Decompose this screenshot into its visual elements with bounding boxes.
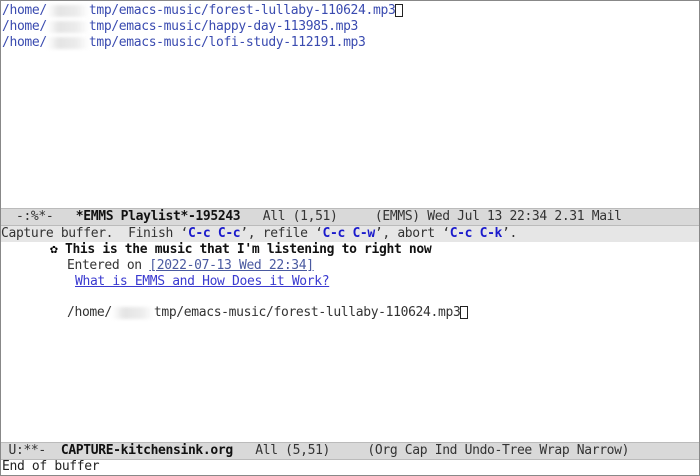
minibuffer[interactable]: End of buffer: [2, 459, 100, 475]
header-text: , refile: [247, 226, 316, 241]
emms-article-link[interactable]: What is EMMS and How Does it Work?: [75, 274, 330, 289]
redacted-username: [46, 20, 89, 33]
playlist-track[interactable]: /home/tmp/emacs-music/happy-day-113985.m…: [2, 19, 358, 35]
modeline-buffer-name: *EMMS Playlist*-195243: [75, 209, 241, 224]
modeline-position: All (5,51): [255, 443, 331, 458]
track-prefix: /home/: [2, 3, 47, 18]
heading-text: This is the music that I'm listening to …: [64, 242, 432, 257]
refile-key: C-c C-w: [322, 226, 376, 241]
mode-line-bottom[interactable]: U:**- CAPTURE-kitchensink.org All (5,51)…: [1, 442, 699, 460]
header-text: , abort: [382, 226, 443, 241]
track-path: tmp/emacs-music/lofi-study-112191.mp3: [88, 35, 366, 50]
track-path: tmp/emacs-music/forest-lullaby-110624.mp…: [88, 3, 396, 18]
modeline-modes: (EMMS) Wed Jul 13 22:34 2.31 Mail: [374, 209, 622, 224]
minibuffer-message: End of buffer: [2, 459, 100, 474]
redacted-username: [46, 36, 89, 49]
cursor: [395, 4, 404, 17]
entered-line: Entered on [2022-07-13 Wed 22:34]: [67, 258, 314, 274]
track-prefix: /home/: [2, 35, 47, 50]
modeline-buffer-name: CAPTURE-kitchensink.org: [60, 443, 233, 458]
modeline-status: -:%*-: [15, 209, 54, 224]
file-prefix: /home/: [67, 305, 112, 320]
track-prefix: /home/: [2, 19, 47, 34]
link-line[interactable]: What is EMMS and How Does it Work?: [75, 274, 330, 290]
track-path: tmp/emacs-music/happy-day-113985.mp3: [88, 19, 359, 34]
entered-label: Entered on: [67, 258, 150, 273]
capture-header-line: Capture buffer. Finish ‘C-c C-c’, refile…: [1, 226, 699, 242]
header-text: Capture buffer. Finish: [1, 226, 181, 241]
mode-line-top[interactable]: -:%*- *EMMS Playlist*-195243 All (1,51) …: [1, 208, 699, 226]
header-text: .: [509, 226, 518, 241]
playlist-track[interactable]: /home/tmp/emacs-music/lofi-study-112191.…: [2, 35, 366, 51]
redacted-username: [46, 4, 89, 17]
timestamp-link[interactable]: [2022-07-13 Wed 22:34]: [149, 258, 314, 273]
file-line: /home/tmp/emacs-music/forest-lullaby-110…: [67, 305, 469, 321]
modeline-position: All (1,51): [262, 209, 338, 224]
finish-key: C-c C-c: [187, 226, 241, 241]
capture-heading[interactable]: ✿ This is the music that I'm listening t…: [50, 242, 432, 258]
modeline-modes: (Org Cap Ind Undo-Tree Wrap Narrow): [367, 443, 630, 458]
playlist-track[interactable]: /home/tmp/emacs-music/forest-lullaby-110…: [2, 3, 404, 19]
file-path: tmp/emacs-music/forest-lullaby-110624.mp…: [153, 305, 461, 320]
redacted-username: [111, 306, 154, 319]
org-bullet-icon: ✿: [50, 242, 58, 257]
modeline-status: U:**-: [8, 443, 46, 458]
cursor: [460, 306, 469, 319]
abort-key: C-c C-k: [449, 226, 503, 241]
emacs-frame: /home/tmp/emacs-music/forest-lullaby-110…: [0, 0, 700, 476]
